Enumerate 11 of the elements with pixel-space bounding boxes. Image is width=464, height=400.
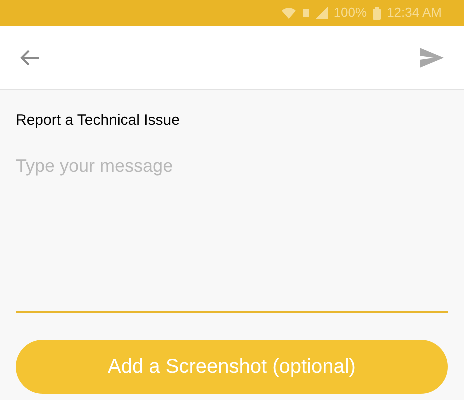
wifi-icon (282, 7, 296, 19)
send-icon (420, 48, 444, 68)
signal-icon (316, 7, 328, 19)
form-title: Report a Technical Issue (16, 111, 181, 131)
back-arrow-icon (20, 48, 40, 66)
battery-icon (373, 6, 382, 20)
add-screenshot-button[interactable]: Add a Screenshot (optional) (16, 340, 448, 394)
sim-icon (302, 9, 310, 17)
battery-percent: 100% (334, 4, 368, 22)
clock: 12:34 AM (387, 4, 442, 22)
send-button[interactable] (418, 46, 446, 70)
